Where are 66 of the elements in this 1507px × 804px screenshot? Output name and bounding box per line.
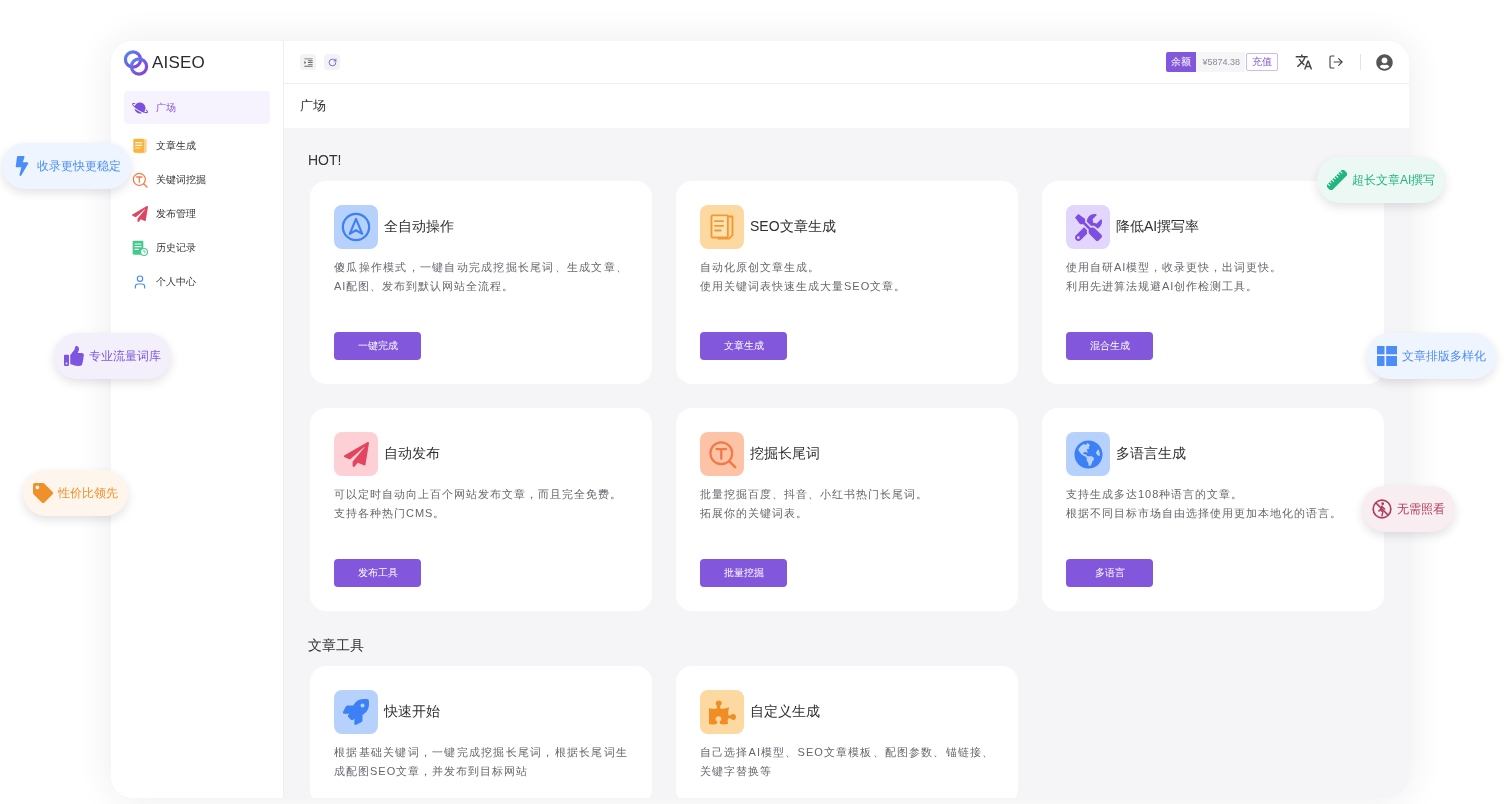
card-title: 降低AI撰写率 (1116, 218, 1200, 236)
card-description: 使用自研AI模型，收录更快，出词更快。 (1066, 260, 1284, 275)
badge-label: 收录更快更稳定 (37, 157, 121, 175)
card-title: 挖掘长尾词 (750, 445, 820, 463)
indent-button[interactable] (300, 54, 316, 70)
sidebar-item[interactable]: 广场 (124, 91, 270, 124)
logo-text: AISEO (152, 52, 205, 73)
card-button[interactable]: 批量挖掘 (700, 559, 787, 587)
badge-label: 超长文章AI撰写 (1352, 171, 1436, 189)
card-title: 快速开始 (384, 703, 440, 721)
balance-amount: ¥5874.38 (1196, 52, 1245, 72)
recharge-button[interactable]: 充值 (1246, 53, 1278, 71)
indent-icon (302, 56, 314, 68)
badge-label: 文章排版多样化 (1402, 347, 1486, 365)
badge-label: 性价比领先 (58, 484, 118, 502)
card-description: 利用先进算法规避AI创作检测工具。 (1066, 279, 1260, 294)
card-title: 全自动操作 (384, 218, 454, 236)
card-description: 傻瓜操作模式，一键自动完成挖掘长尾词、生成文章、AI配图、发布到默认网站全流程。 (334, 260, 628, 294)
sidebar-item[interactable]: 文章生成 (132, 129, 196, 162)
card-description: 支持生成多达108种语言的文章。 (1066, 487, 1245, 502)
card-description: 使用关键词表快速生成大量SEO文章。 (700, 279, 908, 294)
t-circle-icon (132, 171, 148, 188)
puzzle-icon (700, 690, 744, 734)
section-title: 文章工具 (308, 636, 365, 655)
card-title: 自动发布 (384, 445, 440, 463)
card-description: 可以定时自动向上百个网站发布文章，而且完全免费。 (334, 487, 623, 502)
card-description: 拓展你的关键词表。 (700, 506, 809, 521)
tools-icon (1066, 205, 1110, 249)
logout-icon[interactable] (1328, 54, 1344, 70)
card-button[interactable]: 多语言 (1066, 559, 1153, 587)
page-title: 广场 (300, 97, 326, 115)
document-clock-icon (132, 239, 148, 256)
badge-label: 无需照看 (1397, 500, 1445, 518)
translate-icon[interactable] (1295, 53, 1313, 71)
balance-label: 余额 (1166, 52, 1197, 72)
user-icon (132, 273, 148, 290)
card-description: 根据基础关键词，一键完成挖掘长尾词，根据长尾词生成配图SEO文章，并发布到目标网站 (334, 745, 628, 779)
card-title: 自定义生成 (750, 703, 820, 721)
notebook-icon (132, 137, 148, 154)
card-title: 多语言生成 (1116, 445, 1186, 463)
card-button[interactable]: 发布工具 (334, 559, 421, 587)
card-title: SEO文章生成 (750, 218, 836, 236)
paper-plane-icon (334, 432, 378, 476)
logo-icon (123, 49, 149, 76)
badge-label: 专业流量词库 (89, 347, 161, 365)
document-icon (700, 205, 744, 249)
section-title: HOT! (308, 151, 343, 170)
refresh-button[interactable] (324, 54, 340, 70)
paper-plane-icon (132, 205, 148, 222)
card-button[interactable]: 一键完成 (334, 332, 421, 360)
card-button[interactable]: 文章生成 (700, 332, 787, 360)
card-description: 自己选择AI模型、SEO文章模板、配图参数、锚链接、关键字替换等 (700, 745, 994, 779)
globe-icon (1066, 432, 1110, 476)
card-description: 批量挖掘百度、抖音、小红书热门长尾词。 (700, 487, 929, 502)
avatar-icon[interactable] (1376, 53, 1393, 71)
rocket-icon (334, 690, 378, 734)
sidebar-item[interactable]: 关键词挖掘 (132, 163, 206, 196)
refresh-icon (327, 57, 337, 67)
card-description: 根据不同目标市场自由选择使用更加本地化的语言。 (1066, 506, 1343, 521)
sidebar-item[interactable]: 历史记录 (132, 231, 196, 264)
sidebar-item[interactable]: 个人中心 (132, 265, 196, 298)
card-button[interactable]: 混合生成 (1066, 332, 1153, 360)
sidebar-item[interactable]: 发布管理 (132, 197, 196, 230)
card-description: 自动化原创文章生成。 (700, 260, 821, 275)
card-description: 支持各种热门CMS。 (334, 506, 447, 521)
compass-icon (334, 205, 378, 249)
